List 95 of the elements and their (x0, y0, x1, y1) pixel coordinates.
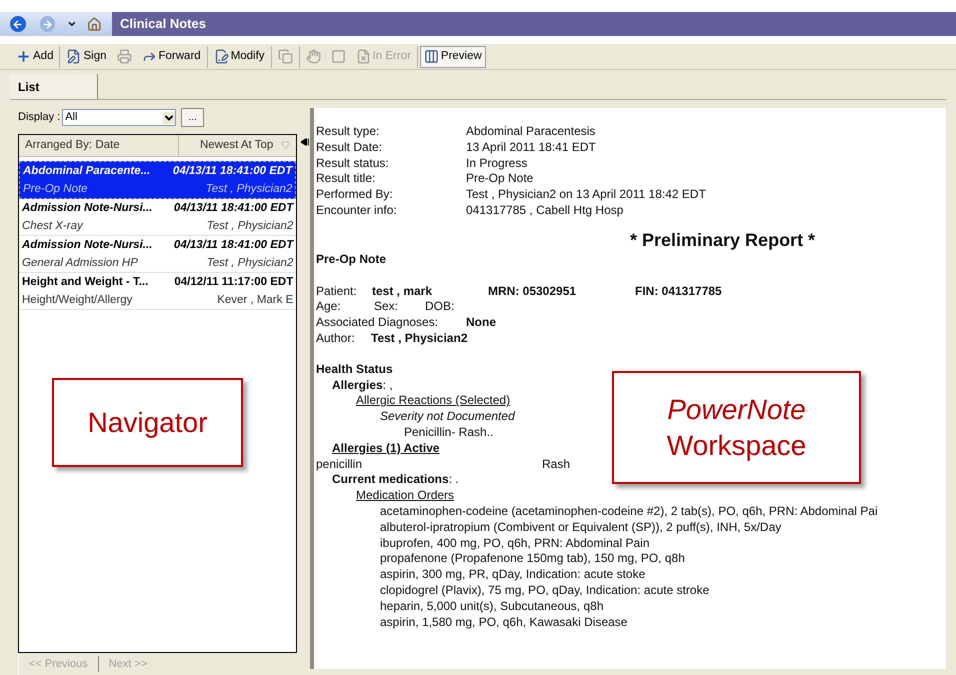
allergy-cell-text: Rash (542, 456, 572, 472)
subsection-title: Medication Orders (356, 488, 454, 504)
more-button[interactable]: ... (181, 108, 204, 127)
field-label: Encounter info: (316, 202, 398, 219)
field-label: Age: (316, 299, 342, 316)
note-date: 04/13/11 18:41:00 EDT (174, 238, 294, 253)
field-label: Patient: (316, 284, 358, 300)
field-label: Associated Diagnoses: (316, 315, 440, 331)
field-label: Result title: (316, 171, 376, 188)
back-button[interactable] (10, 16, 26, 32)
field-label: Sex: (374, 299, 400, 316)
field-value: 13 April 2011 18:41 EDT (466, 140, 596, 156)
note-subtitle: General Admission HP (22, 256, 138, 271)
allergy-text: Penicillin- Rash.. (404, 424, 494, 441)
note-date: 04/13/11 18:41:00 EDT (172, 164, 292, 179)
field-label: Result Date: (316, 140, 384, 156)
field-value: 041317785 , Cabell Htg Hosp (466, 202, 624, 219)
callout-text: Navigator (88, 406, 208, 440)
error-document-icon (356, 49, 371, 64)
field-label: Result status: (316, 156, 390, 172)
report-title: * Preliminary Report * (630, 228, 816, 252)
tab[interactable]: List (10, 74, 98, 99)
edit-document-icon (214, 49, 229, 64)
callout-text: Workspace (666, 428, 806, 463)
subsection-title: Allergic Reactions (Selected) (356, 393, 510, 410)
section-label: Allergies: , (332, 378, 393, 394)
section-heading: Health Status (316, 362, 393, 378)
note-item[interactable]: Abdominal Paracente... 04/13/11 18:41:00 EDT Pre-Op Note Test , Physician2 (19, 161, 296, 199)
medication-line: heparin, 5,000 unit(s), Subcutaneous, q8h (380, 598, 604, 615)
field-label: DOB: (425, 299, 456, 316)
note-author: Test , Physician2 (206, 182, 292, 197)
allergy-cell-text: penicillin (316, 456, 364, 472)
copy-icon (278, 49, 293, 64)
subsection-title: Allergies (1) Active (332, 440, 440, 457)
field-value: Pre-Op Note (466, 171, 534, 188)
note-title: Abdominal Paracente... (23, 164, 150, 179)
note-heading: Pre-Op Note (316, 252, 388, 268)
hand-icon (306, 49, 321, 64)
mrn-text: MRN: 05302951 (488, 284, 578, 300)
field-value: None (466, 315, 496, 331)
note-author: Kever , Mark E (217, 293, 294, 308)
note-title: Height and Weight - T... (22, 275, 148, 290)
field-value: Abdominal Paracentesis (466, 124, 596, 140)
toolbar-button[interactable]: Forward (138, 46, 205, 68)
toolbar-button[interactable]: Sign (62, 46, 110, 68)
field-label: Performed By: (316, 187, 394, 203)
note-item[interactable]: Admission Note-Nursi... 04/13/11 18:41:00 EDT General Admission HP Test , Physician2 (19, 236, 296, 273)
display-select[interactable]: All (62, 109, 176, 126)
collapse-icon[interactable] (300, 137, 310, 147)
toolbar-button[interactable]: Preview (420, 46, 486, 68)
sort-icon (281, 141, 290, 150)
printer-icon (116, 49, 132, 64)
section-label: Current medications: . (332, 472, 459, 488)
note-item[interactable]: Admission Note-Nursi... 04/13/11 18:41:00 EDT Chest X-ray Test , Physician2 (19, 199, 296, 236)
column-header[interactable]: Newest At Top (179, 135, 296, 156)
window-title: Clinical Notes (120, 15, 206, 34)
fin-text: FIN: 041317785 (635, 284, 722, 300)
dropdown-icon[interactable] (67, 19, 78, 29)
toolbar-button[interactable]: Add (12, 46, 58, 68)
left-arrow-icon (12, 18, 24, 30)
field-label: Author: (316, 330, 356, 347)
note-date: 04/13/11 18:41:00 EDT (174, 201, 294, 216)
note-author: Test , Physician2 (206, 219, 294, 234)
plus-icon (16, 49, 31, 64)
field-value: Test , Physician2 on 13 April 2011 18:42 EDT (466, 187, 706, 203)
medication-line: aspirin, 1,580 mg, PO, q6h, Kawasaki Disease (380, 614, 628, 630)
note-item[interactable]: Height and Weight - T... 04/12/11 11:17:00 EDT Height/Weight/Allergy Kever , Mark E (19, 273, 296, 310)
field-label: Result type: (316, 124, 380, 140)
square-icon (330, 49, 346, 64)
pen-document-icon (66, 49, 82, 64)
column-header[interactable]: Arranged By: Date (19, 135, 179, 156)
medication-line: clopidogrel (Plavix), 75 mg, PO, qDay, Indication: acute stroke (380, 582, 710, 599)
note-subtitle: Height/Weight/Allergy (22, 293, 132, 308)
note-date: 04/12/11 11:17:00 EDT (174, 275, 294, 290)
dropdown-icon (163, 112, 176, 124)
note-title: Admission Note-Nursi... (22, 201, 152, 216)
medication-line: ibuprofen, 400 mg, PO, q6h, PRN: Abdominal Pain (380, 536, 650, 552)
severity-text: Severity not Documented (380, 409, 515, 425)
note-subtitle: Chest X-ray (22, 219, 83, 234)
home-icon[interactable] (87, 16, 102, 32)
note-author: Test , Physician2 (206, 256, 294, 271)
display-label: Display : (18, 110, 60, 126)
columns-icon (424, 49, 439, 64)
toolbar-button[interactable]: Modify (210, 46, 269, 68)
patient-name: test , mark (372, 284, 434, 300)
medication-line: albuterol-ipratropium (Combivent or Equivalent (SP)), 2 puff(s), INH, 5x/Day (380, 520, 782, 536)
right-arrow-icon (42, 18, 54, 30)
field-value: In Progress (466, 156, 528, 172)
note-title: Admission Note-Nursi... (22, 238, 152, 253)
field-value: Test , Physician2 (371, 330, 468, 347)
note-subtitle: Pre-Op Note (23, 182, 88, 197)
medication-line: aspirin, 300 mg, PR, qDay, Indication: acute stoke (380, 567, 646, 583)
medication-line: acetaminophen-codeine (acetaminophen-codeine #2), 2 tab(s), PO, q6h, PRN: Abdominal Pai (380, 504, 878, 520)
callout-text: PowerNote (667, 392, 806, 426)
medication-line: propafenone (Propafenone 150mg tab), 150 mg, PO, q8h (380, 551, 685, 568)
